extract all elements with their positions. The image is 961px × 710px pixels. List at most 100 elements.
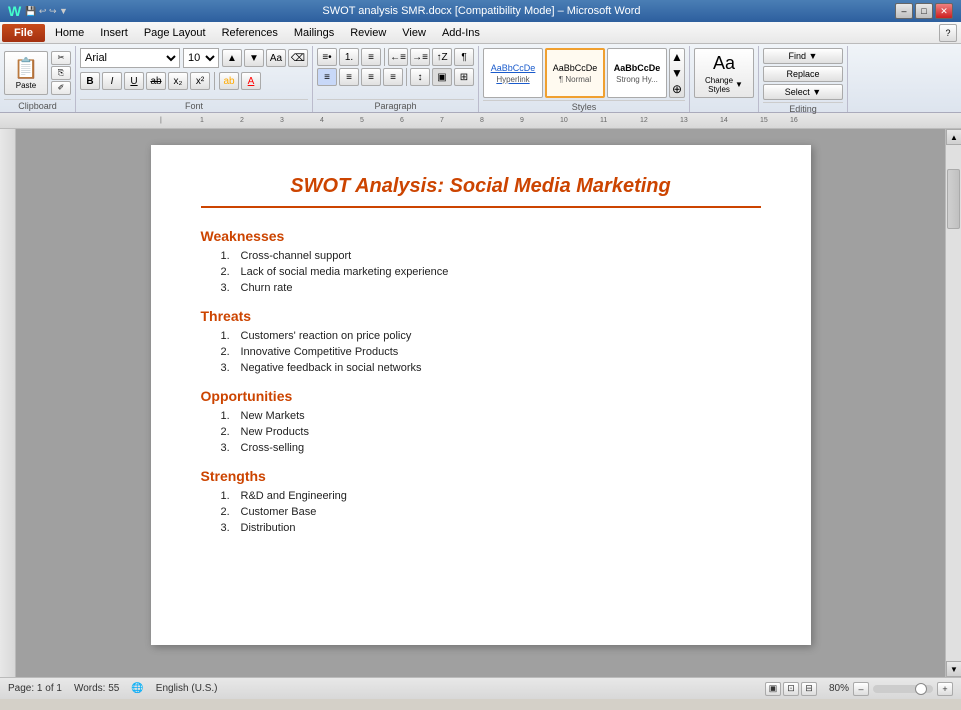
styles-group: AaBbCcDe Hyperlink AaBbCcDe ¶ Normal AaB…	[479, 46, 690, 112]
main-area: SWOT Analysis: Social Media Marketing We…	[0, 129, 961, 677]
line-spacing-button[interactable]: ↕	[410, 68, 430, 86]
full-screen-button[interactable]: ⊡	[783, 682, 799, 696]
paste-label: Paste	[16, 81, 36, 90]
paste-icon: 📋	[14, 56, 39, 81]
list-item: 3.Negative feedback in social networks	[221, 362, 761, 374]
underline-button[interactable]: U	[124, 72, 144, 90]
threats-heading: Threats	[201, 308, 761, 324]
title-bar: W 💾 ↩ ↪ ▼ SWOT analysis SMR.docx [Compat…	[0, 0, 961, 22]
editing-group: Find ▼ Replace Select ▼ Editing	[759, 46, 848, 112]
increase-font-button[interactable]: ▲	[222, 49, 242, 67]
shading-button[interactable]: ▣	[432, 68, 452, 86]
list-item: 2.Innovative Competitive Products	[221, 346, 761, 358]
view-menu[interactable]: View	[394, 22, 434, 44]
clipboard-label: Clipboard	[4, 99, 71, 112]
strengths-heading: Strengths	[201, 468, 761, 484]
change-case-button[interactable]: Aa	[266, 49, 286, 67]
superscript-button[interactable]: x²	[190, 72, 210, 90]
word-count: Words: 55	[74, 683, 119, 694]
zoom-slider[interactable]	[873, 685, 933, 693]
list-item: 1.Customers' reaction on price policy	[221, 330, 761, 342]
file-menu[interactable]: File	[2, 24, 45, 42]
zoom-in-button[interactable]: +	[937, 682, 953, 696]
document-scroll[interactable]: SWOT Analysis: Social Media Marketing We…	[16, 129, 945, 677]
strong-style-label: Strong Hy...	[616, 75, 658, 84]
maximize-button[interactable]: □	[915, 3, 933, 19]
cut-button[interactable]: ✂	[51, 51, 71, 65]
increase-indent-button[interactable]: →≡	[410, 48, 430, 66]
numbering-button[interactable]: 1.	[339, 48, 359, 66]
copy-button[interactable]: ⎘	[51, 66, 71, 80]
borders-button[interactable]: ⊞	[454, 68, 474, 86]
bold-button[interactable]: B	[80, 72, 100, 90]
decrease-font-button[interactable]: ▼	[244, 49, 264, 67]
opportunities-heading: Opportunities	[201, 388, 761, 404]
strengths-list: 1.R&D and Engineering 2.Customer Base 3.…	[201, 490, 761, 534]
hyperlink-style-label: Hyperlink	[496, 75, 529, 84]
ribbon: 📋 Paste ✂ ⎘ ✐ Clipboard Arial	[0, 44, 961, 113]
replace-button[interactable]: Replace	[763, 66, 843, 82]
change-styles-group: Aa Change Styles ▼ x	[690, 46, 759, 112]
style-hyperlink-button[interactable]: AaBbCcDe Hyperlink	[483, 48, 543, 98]
bullets-button[interactable]: ≡•	[317, 48, 337, 66]
style-normal-button[interactable]: AaBbCcDe ¶ Normal	[545, 48, 605, 98]
close-button[interactable]: ✕	[935, 3, 953, 19]
font-size-select[interactable]: 10	[183, 48, 219, 68]
subscript-button[interactable]: x₂	[168, 72, 188, 90]
minimize-button[interactable]: –	[895, 3, 913, 19]
print-layout-button[interactable]: ▣	[765, 682, 781, 696]
justify-button[interactable]: ≡	[383, 68, 403, 86]
language-info: English (U.S.)	[156, 683, 218, 694]
select-button[interactable]: Select ▼	[763, 84, 843, 100]
show-hide-button[interactable]: ¶	[454, 48, 474, 66]
review-menu[interactable]: Review	[342, 22, 394, 44]
zoom-level: 80%	[829, 683, 849, 694]
paste-button[interactable]: 📋 Paste	[4, 51, 48, 95]
add-ins-menu[interactable]: Add-Ins	[434, 22, 488, 44]
sort-button[interactable]: ↑Z	[432, 48, 452, 66]
font-name-select[interactable]: Arial	[80, 48, 180, 68]
language-icon: 🌐	[131, 683, 143, 694]
font-group: Arial 10 ▲ ▼ Aa ⌫ B I U ab	[76, 46, 313, 112]
zoom-out-button[interactable]: –	[853, 682, 869, 696]
align-left-button[interactable]: ≡	[317, 68, 337, 86]
view-buttons: ▣ ⊡ ⊟	[765, 682, 817, 696]
scroll-up-button[interactable]: ▲	[946, 129, 961, 145]
align-right-button[interactable]: ≡	[361, 68, 381, 86]
threats-list: 1.Customers' reaction on price policy 2.…	[201, 330, 761, 374]
page-layout-menu[interactable]: Page Layout	[136, 22, 214, 44]
list-item: 2.New Products	[221, 426, 761, 438]
scrollbar-thumb[interactable]	[947, 169, 960, 229]
references-menu[interactable]: References	[214, 22, 286, 44]
title-bar-left: W 💾 ↩ ↪ ▼	[8, 3, 68, 19]
list-item: 1.New Markets	[221, 410, 761, 422]
format-painter-button[interactable]: ✐	[51, 81, 71, 95]
document-title: SWOT Analysis: Social Media Marketing	[201, 175, 761, 198]
mailings-menu[interactable]: Mailings	[286, 22, 342, 44]
clear-formatting-button[interactable]: ⌫	[288, 49, 308, 67]
web-layout-button[interactable]: ⊟	[801, 682, 817, 696]
hyperlink-style-text: AaBbCcDe	[491, 63, 536, 73]
paragraph-label: Paragraph	[317, 99, 474, 112]
list-item: 2.Customer Base	[221, 506, 761, 518]
ribbon-help-icon[interactable]: ?	[939, 24, 957, 42]
scroll-down-button[interactable]: ▼	[946, 661, 961, 677]
align-center-button[interactable]: ≡	[339, 68, 359, 86]
normal-style-label: ¶ Normal	[559, 75, 591, 84]
list-item: 3.Cross-selling	[221, 442, 761, 454]
home-menu[interactable]: Home	[47, 22, 92, 44]
find-button[interactable]: Find ▼	[763, 48, 843, 64]
status-right: ▣ ⊡ ⊟ 80% – +	[765, 682, 953, 696]
italic-button[interactable]: I	[102, 72, 122, 90]
multilevel-list-button[interactable]: ≡	[361, 48, 381, 66]
decrease-indent-button[interactable]: ←≡	[388, 48, 408, 66]
change-styles-icon: Aa	[713, 53, 735, 74]
change-styles-button[interactable]: Aa Change Styles ▼	[694, 48, 754, 98]
font-color-button[interactable]: A	[241, 72, 261, 90]
strikethrough-button[interactable]: ab	[146, 72, 166, 90]
highlight-button[interactable]: ab	[219, 72, 239, 90]
document-page: SWOT Analysis: Social Media Marketing We…	[151, 145, 811, 645]
styles-scroll-button[interactable]: ▲▼⊕	[669, 48, 685, 98]
insert-menu[interactable]: Insert	[92, 22, 136, 44]
style-strong-button[interactable]: AaBbCcDe Strong Hy...	[607, 48, 667, 98]
